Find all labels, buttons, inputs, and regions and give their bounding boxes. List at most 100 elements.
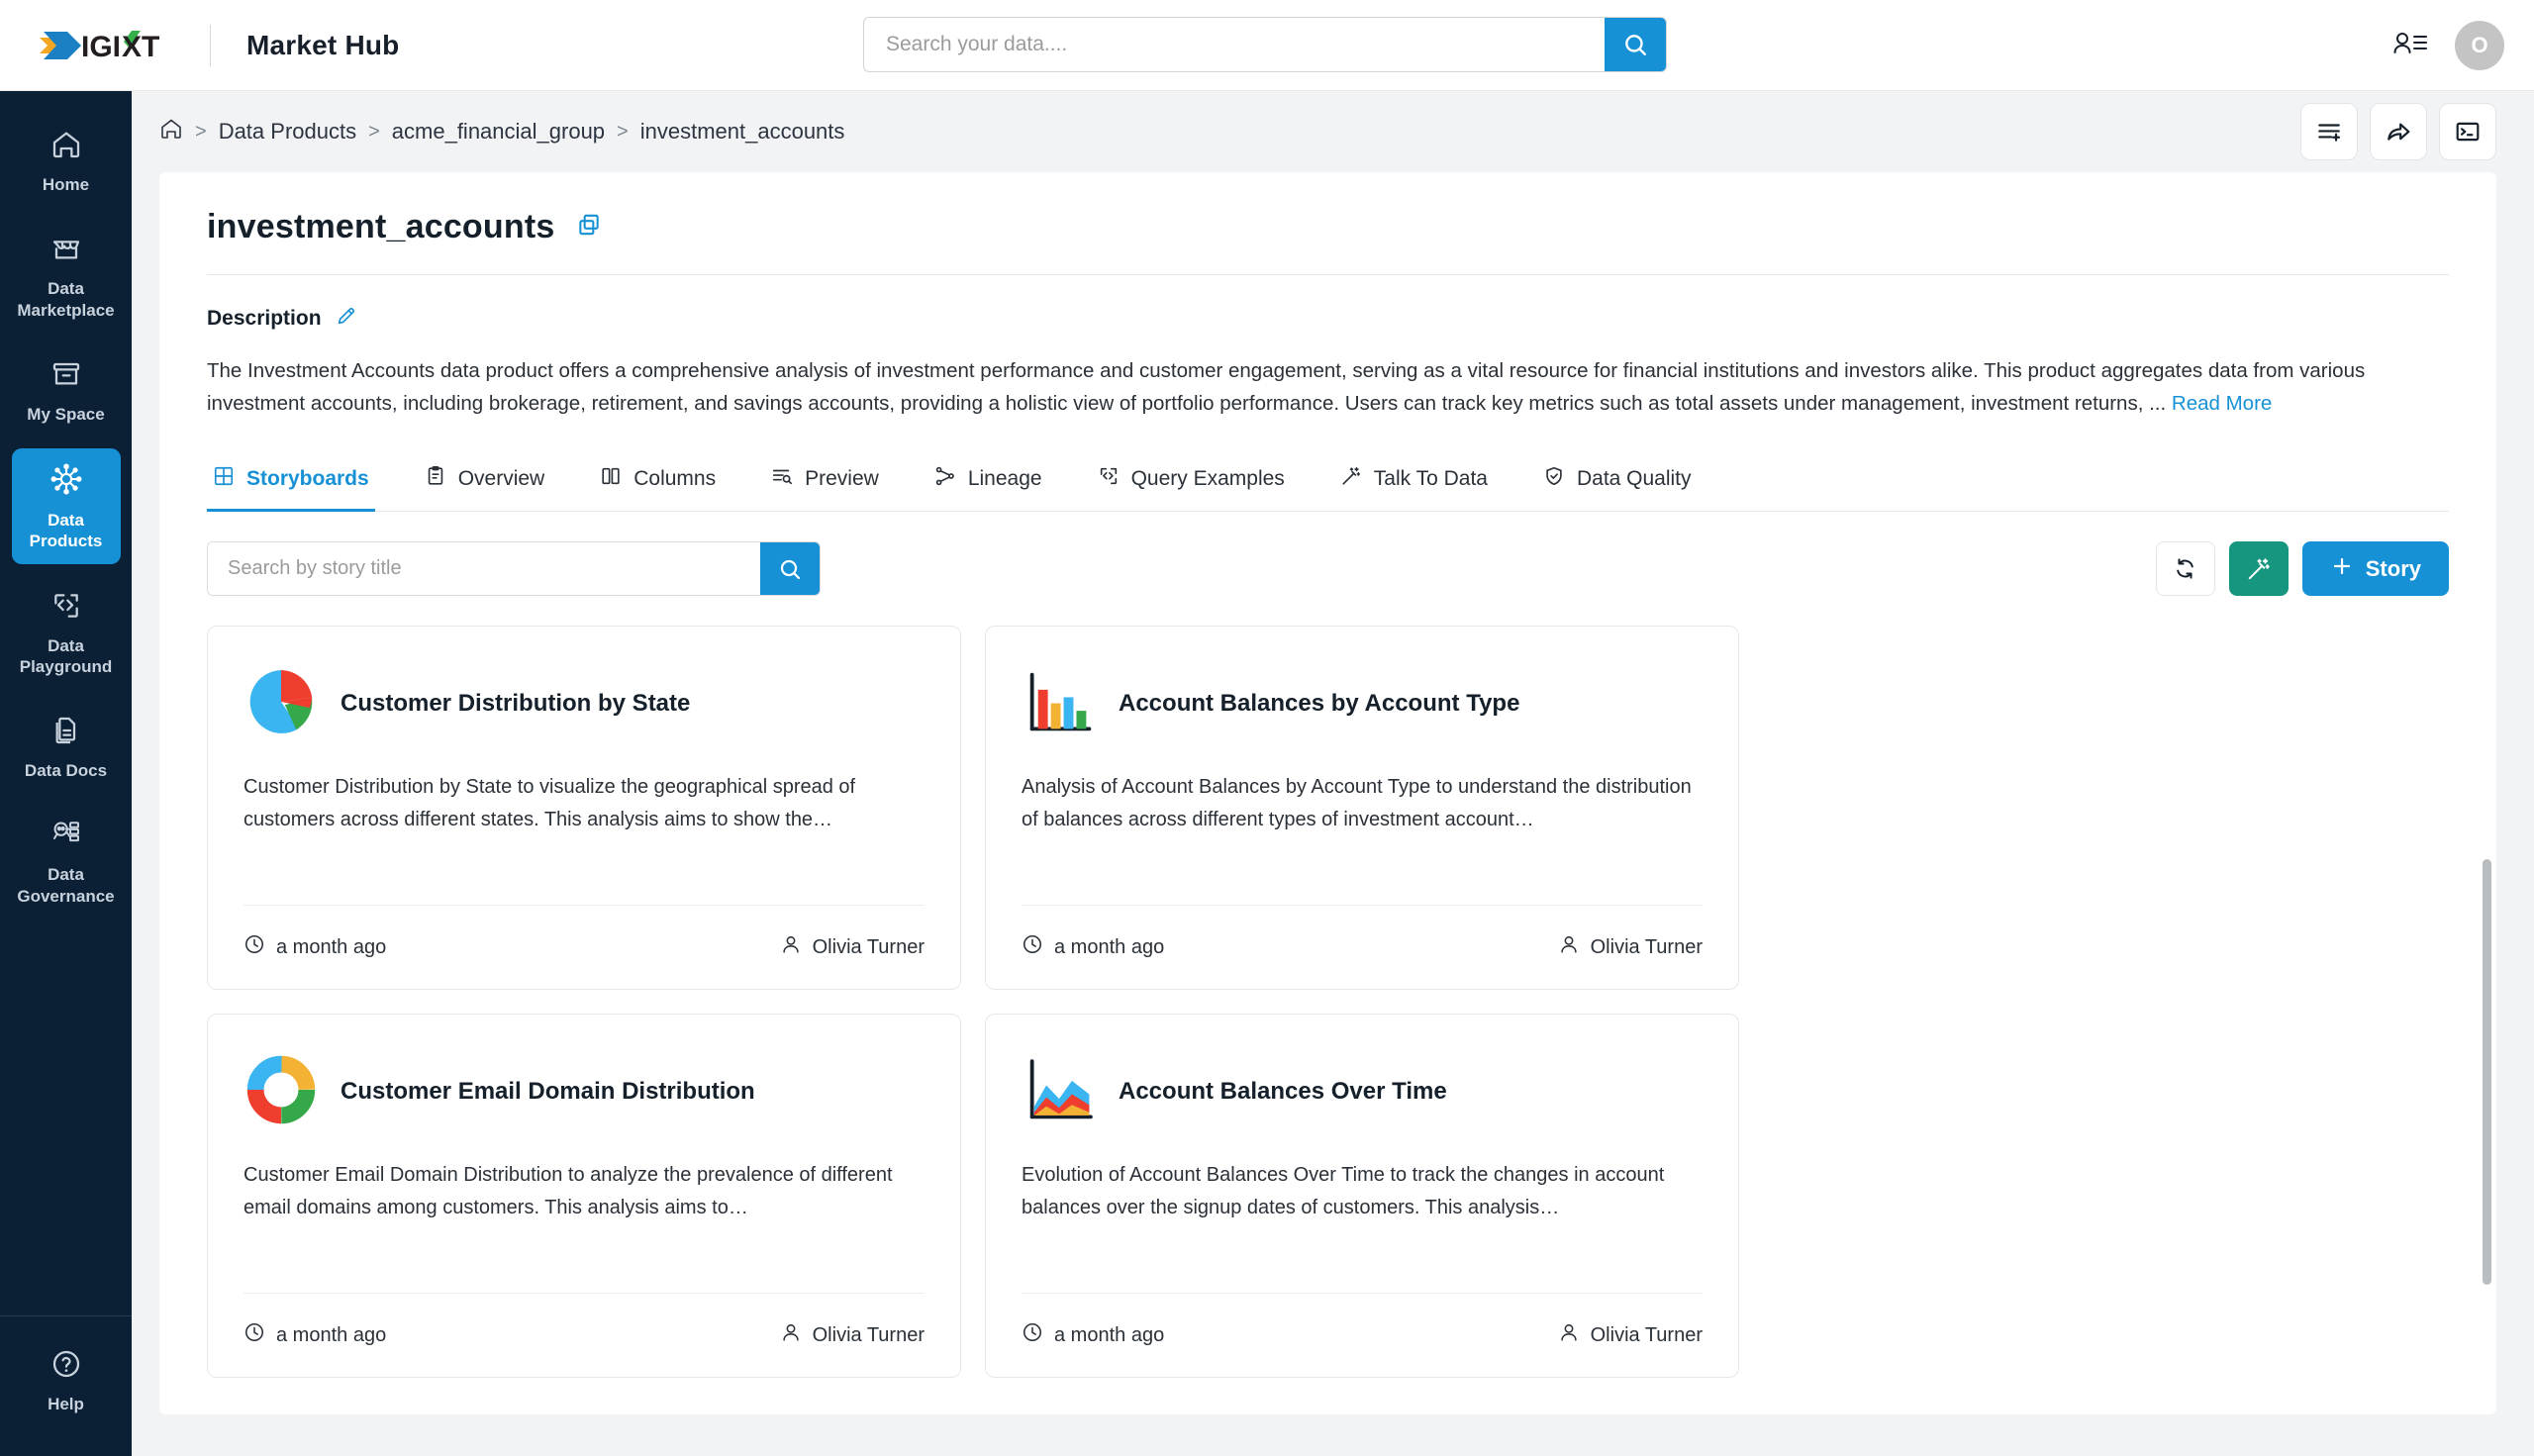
story-card-time: a month ago xyxy=(1022,933,1164,961)
story-card-time-label: a month ago xyxy=(1054,935,1165,958)
tab-columns[interactable]: Columns xyxy=(594,455,743,511)
story-card-footer: a month ago Olivia Turner xyxy=(1022,1294,1703,1377)
sidebar-item-data-docs[interactable]: Data Docs xyxy=(12,701,121,793)
story-search-input[interactable] xyxy=(208,542,760,595)
breadcrumb-item-data-products[interactable]: Data Products xyxy=(219,119,356,145)
refresh-icon xyxy=(2177,558,2194,579)
copy-icon[interactable] xyxy=(576,212,602,243)
tab-query-examples[interactable]: Query Examples xyxy=(1092,455,1313,511)
tab-label: Overview xyxy=(457,467,545,490)
sidebar-item-data-governance[interactable]: Data Governance xyxy=(12,805,121,919)
product-panel: investment_accounts Description The Inve… xyxy=(159,172,2496,1414)
story-card-author-label: Olivia Turner xyxy=(812,935,925,958)
tab-lineage[interactable]: Lineage xyxy=(928,455,1070,511)
sidebar-item-home[interactable]: Home xyxy=(12,115,121,207)
documents-icon xyxy=(50,715,82,751)
bar-chart-icon xyxy=(1022,664,1097,744)
app-title: Market Hub xyxy=(246,29,400,60)
sidebar-item-label: Home xyxy=(42,175,90,194)
brand-logo[interactable]: IGI XT xyxy=(30,26,178,65)
shield-check-icon xyxy=(1543,465,1565,493)
tab-preview[interactable]: Preview xyxy=(765,455,907,511)
sidebar-item-my-space[interactable]: My Space xyxy=(12,344,121,437)
description-text: The Investment Accounts data product off… xyxy=(207,359,2366,415)
sidebar-item-label: Data Governance xyxy=(17,865,115,906)
user-icon xyxy=(780,1321,802,1349)
sidebar-item-label: Data Docs xyxy=(24,761,108,780)
code-icon xyxy=(1098,465,1120,493)
story-card[interactable]: Account Balances Over Time Evolution of … xyxy=(985,1014,1739,1378)
read-more-link[interactable]: Read More xyxy=(2172,392,2272,415)
sidebar-item-data-products[interactable]: Data Products xyxy=(11,448,121,564)
breadcrumb-bar: > Data Products > acme_financial_group >… xyxy=(132,91,2534,172)
story-card[interactable]: Customer Distribution by State Customer … xyxy=(207,626,961,990)
tab-data-quality[interactable]: Data Quality xyxy=(1537,455,1719,511)
plus-icon xyxy=(2330,554,2354,584)
lineage-icon xyxy=(934,465,956,493)
clipboard-icon xyxy=(425,465,446,493)
story-card[interactable]: Account Balances by Account Type Analysi… xyxy=(985,626,1739,990)
user-list-icon[interactable] xyxy=(2393,30,2427,62)
add-to-list-button[interactable] xyxy=(2300,103,2358,160)
story-card-title: Customer Distribution by State xyxy=(341,690,691,717)
story-card[interactable]: Customer Email Domain Distribution Custo… xyxy=(207,1014,961,1378)
breadcrumb-separator: > xyxy=(195,120,207,143)
home-icon xyxy=(50,129,82,165)
global-search[interactable] xyxy=(863,17,1667,72)
storyboard-card-grid: Customer Distribution by State Customer … xyxy=(207,626,2449,1378)
donut-chart-icon xyxy=(244,1052,319,1132)
story-search[interactable] xyxy=(207,541,821,596)
story-card-footer: a month ago Olivia Turner xyxy=(244,906,925,989)
sidebar-item-data-marketplace[interactable]: Data Marketplace xyxy=(12,219,121,333)
header-right-actions: O xyxy=(2393,0,2504,91)
svg-text:IGI: IGI xyxy=(81,31,121,63)
list-search-icon xyxy=(771,465,793,493)
story-card-author: Olivia Turner xyxy=(780,1321,925,1349)
tab-talk-to-data[interactable]: Talk To Data xyxy=(1334,455,1515,511)
story-card-time-label: a month ago xyxy=(276,1323,387,1346)
user-icon xyxy=(1558,933,1580,961)
archive-icon xyxy=(50,358,82,395)
sidebar-item-help[interactable]: Help xyxy=(12,1334,121,1426)
magic-wand-icon xyxy=(1340,465,1362,493)
area-chart-icon xyxy=(1022,1052,1097,1132)
main-content: > Data Products > acme_financial_group >… xyxy=(132,91,2534,1456)
ai-generate-button[interactable] xyxy=(2228,541,2289,596)
avatar[interactable]: O xyxy=(2455,21,2504,70)
store-icon xyxy=(50,233,82,269)
story-card-footer: a month ago Olivia Turner xyxy=(244,1294,925,1377)
code-brackets-icon xyxy=(50,590,82,627)
tab-storyboards[interactable]: Storyboards xyxy=(207,455,397,512)
share-button[interactable] xyxy=(2370,103,2427,160)
terminal-button[interactable] xyxy=(2439,103,2496,160)
search-icon xyxy=(1625,35,1646,55)
content-scrollbar[interactable] xyxy=(2483,859,2491,1285)
search-input[interactable] xyxy=(864,18,1605,71)
clock-icon xyxy=(1022,933,1043,961)
refresh-button[interactable] xyxy=(2155,541,2215,596)
story-card-time-label: a month ago xyxy=(276,935,387,958)
pencil-edit-icon[interactable] xyxy=(336,305,357,333)
breadcrumb-separator: > xyxy=(368,120,380,143)
story-card-time: a month ago xyxy=(1022,1321,1164,1349)
pie-chart-icon xyxy=(244,664,319,744)
story-card-title: Account Balances Over Time xyxy=(1119,1078,1447,1105)
sidebar-divider xyxy=(0,1314,132,1316)
breadcrumb-item-investment-accounts[interactable]: investment_accounts xyxy=(640,119,845,145)
storyboard-toolbar: Story xyxy=(207,541,2449,596)
breadcrumb-item-acme-financial-group[interactable]: acme_financial_group xyxy=(392,119,605,145)
product-description: The Investment Accounts data product off… xyxy=(207,354,2449,420)
tab-overview[interactable]: Overview xyxy=(419,455,573,511)
add-story-button[interactable]: Story xyxy=(2301,541,2449,596)
story-card-description: Customer Distribution by State to visual… xyxy=(244,776,856,830)
user-icon xyxy=(1558,1321,1580,1349)
sidebar-item-data-playground[interactable]: Data Playground xyxy=(12,576,121,690)
search-button[interactable] xyxy=(1605,18,1666,71)
home-icon[interactable] xyxy=(159,117,183,146)
product-title-row: investment_accounts xyxy=(207,208,2449,246)
columns-icon xyxy=(600,465,622,493)
clock-icon xyxy=(1022,1321,1043,1349)
story-card-footer: a month ago Olivia Turner xyxy=(1022,906,1703,989)
add-story-label: Story xyxy=(2365,555,2421,581)
story-search-button[interactable] xyxy=(760,542,820,595)
